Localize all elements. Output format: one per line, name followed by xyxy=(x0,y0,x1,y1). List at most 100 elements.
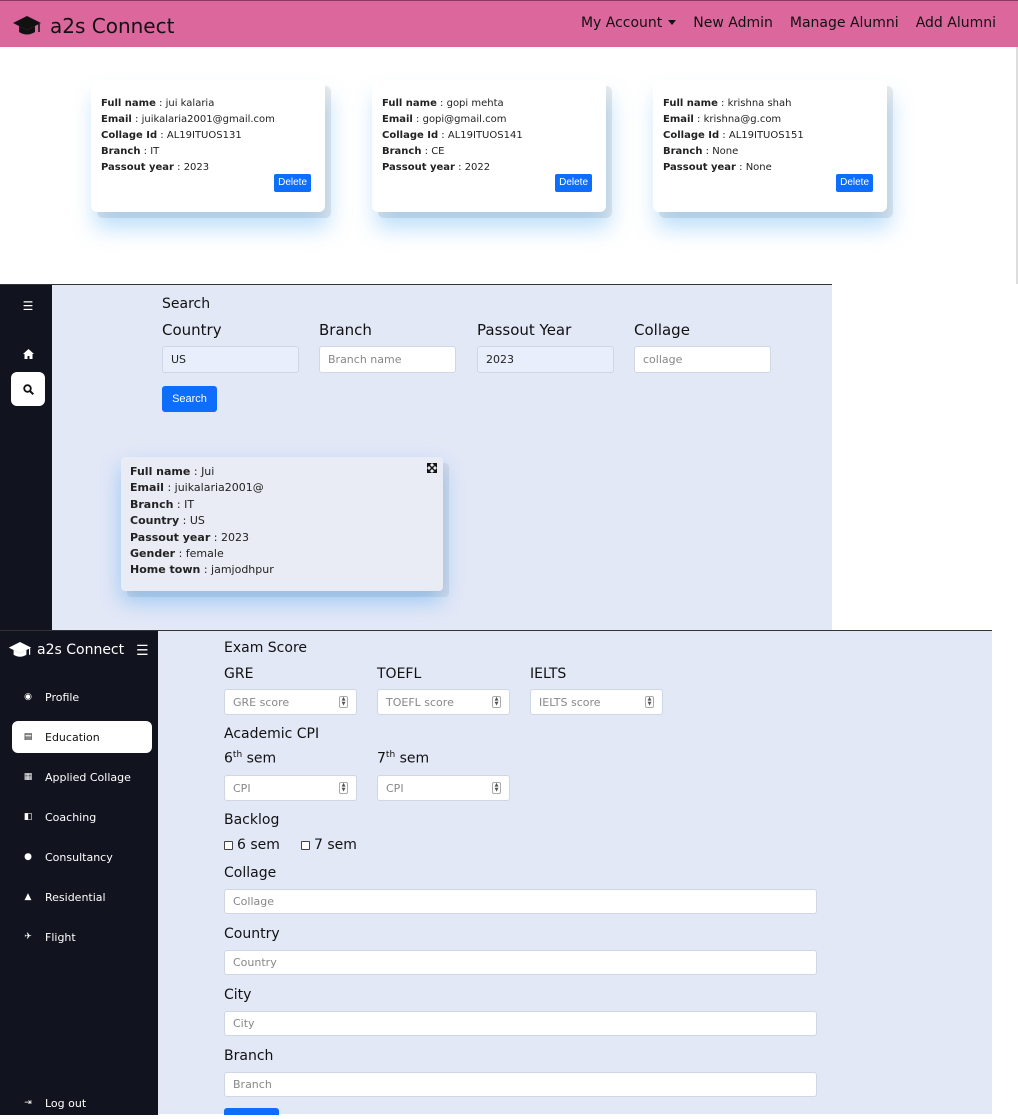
exam-score-title: Exam Score xyxy=(224,640,308,656)
field-label: Passout year xyxy=(663,162,736,173)
country-placeholder: Country xyxy=(233,956,277,969)
backlog-6sem-checkbox[interactable]: 6 sem xyxy=(224,837,280,853)
collage-id-value: AL19ITUOS131 xyxy=(166,130,242,141)
ielts-input[interactable]: IELTS score ▲ ▼ xyxy=(530,689,663,715)
checkbox-box[interactable] xyxy=(301,840,310,850)
menu-icon[interactable]: ☰ xyxy=(136,643,149,659)
collage-id-row: Collage Id : AL19ITUOS141 xyxy=(382,130,523,141)
sidebar-item-coaching[interactable]: ◧ Coaching xyxy=(12,801,152,833)
passout-year-input[interactable] xyxy=(477,346,614,373)
spinner-icon[interactable]: ▲ ▼ xyxy=(339,782,348,794)
city-input[interactable]: City xyxy=(224,1011,817,1036)
alumni-card: Full name : krishna shah Email : krishna… xyxy=(653,80,887,212)
graduation-cap-icon xyxy=(13,16,41,35)
gre-input[interactable]: GRE score ▲ ▼ xyxy=(224,689,357,715)
brand[interactable]: a2s Connect xyxy=(12,11,174,41)
alumni-card: Full name : jui kalaria Email : juikalar… xyxy=(91,80,325,212)
result-label: Email xyxy=(130,481,164,495)
ielts-placeholder: IELTS score xyxy=(539,695,601,709)
brand[interactable]: a2s Connect xyxy=(8,641,124,659)
sidebar-item-label: Flight xyxy=(45,930,76,944)
academic-cpi-title: Academic CPI xyxy=(224,726,320,742)
sem-number: 7 xyxy=(377,750,386,767)
sidebar-item-residential[interactable]: ▲ Residential xyxy=(12,881,152,913)
sem6-cpi-input[interactable]: CPI ▲ ▼ xyxy=(224,775,357,801)
sidebar: ☰ xyxy=(0,285,52,631)
collage-input[interactable]: Collage xyxy=(224,889,817,914)
search-icon[interactable] xyxy=(11,372,45,406)
collage-id-value: AL19ITUOS151 xyxy=(728,130,804,141)
delete-button[interactable]: Delete xyxy=(274,174,311,192)
delete-button[interactable]: Delete xyxy=(836,174,873,192)
cpi-placeholder: CPI xyxy=(386,781,404,795)
nav-add-alumni[interactable]: Add Alumni xyxy=(916,15,996,31)
result-gender: Gender : female xyxy=(130,547,224,561)
sidebar-item-applied-collage[interactable]: ▦ Applied Collage xyxy=(12,761,152,793)
delete-button[interactable]: Delete xyxy=(555,174,592,192)
sidebar-item-profile[interactable]: ◉ Profile xyxy=(12,681,152,713)
nav-manage-alumni[interactable]: Manage Alumni xyxy=(790,15,899,31)
city-placeholder: City xyxy=(233,1017,255,1030)
spinner-icon[interactable]: ▲ ▼ xyxy=(492,696,501,708)
logout-button[interactable]: ⇥ Log out xyxy=(12,1087,152,1119)
search-result-card: Full name : Jui Email : juikalaria2001@ … xyxy=(121,457,443,591)
nav-new-admin[interactable]: New Admin xyxy=(693,15,773,31)
plane-icon: ✈ xyxy=(24,932,32,942)
menu-icon[interactable]: ☰ xyxy=(11,289,45,323)
gre-placeholder: GRE score xyxy=(233,695,290,709)
home-icon[interactable] xyxy=(11,337,45,371)
expand-icon[interactable] xyxy=(426,461,438,477)
toefl-label: TOEFL xyxy=(377,666,422,682)
collage-input[interactable] xyxy=(634,346,771,373)
sidebar-item-consultancy[interactable]: ● Consultancy xyxy=(12,841,152,873)
nav-my-account[interactable]: My Account xyxy=(581,15,677,31)
result-label: Full name xyxy=(130,465,191,478)
sem7-cpi-input[interactable]: CPI ▲ ▼ xyxy=(377,775,510,801)
full-name-value: gopi mehta xyxy=(446,98,504,109)
full-name-row: Full name : krishna shah xyxy=(663,98,792,109)
full-name-row: Full name : gopi mehta xyxy=(382,98,504,109)
branch-input[interactable]: Branch xyxy=(224,1072,817,1097)
full-name-value: jui kalaria xyxy=(165,98,215,109)
building-icon: ▦ xyxy=(23,772,33,782)
branch-placeholder: Branch xyxy=(233,1078,272,1091)
backlog-7sem-checkbox[interactable]: 7 sem xyxy=(301,837,357,853)
collage-id-row: Collage Id : AL19ITUOS131 xyxy=(101,130,242,141)
branch-input[interactable] xyxy=(319,346,456,373)
result-label: Country xyxy=(130,514,180,528)
field-label: Collage Id xyxy=(101,130,158,141)
caret-down-icon xyxy=(668,20,677,25)
collage-id-row: Collage Id : AL19ITUOS151 xyxy=(663,130,804,141)
sidebar-item-flight[interactable]: ✈ Flight xyxy=(12,921,152,953)
result-label: Home town xyxy=(130,563,201,577)
result-value: 2023 xyxy=(220,530,249,544)
search-panel: ☰ Search Country Branch Passout Year Col… xyxy=(0,284,832,631)
checkbox-box[interactable] xyxy=(224,840,233,850)
search-button[interactable]: Search xyxy=(162,386,217,412)
checkbox-label: 6 sem xyxy=(237,837,280,853)
country-input[interactable] xyxy=(162,346,299,373)
result-value: jamjodhpur xyxy=(211,563,274,577)
spinner-icon[interactable]: ▲ ▼ xyxy=(339,696,348,708)
email-row: Email : gopi@gmail.com xyxy=(382,114,507,125)
field-label: Collage Id xyxy=(663,130,720,141)
email-value: krishna@g.com xyxy=(703,114,782,125)
collage-id-value: AL19ITUOS141 xyxy=(447,130,523,141)
sidebar-item-education[interactable]: ▤ Education xyxy=(12,721,152,753)
toefl-input[interactable]: TOEFL score ▲ ▼ xyxy=(377,689,510,715)
field-label: Branch xyxy=(382,146,422,157)
spinner-icon[interactable]: ▲ ▼ xyxy=(645,696,654,708)
spinner-icon[interactable]: ▲ ▼ xyxy=(492,782,501,794)
sem7-label: 7th sem xyxy=(377,750,429,767)
graduation-cap-icon xyxy=(8,642,32,657)
sem-word: sem xyxy=(395,750,430,767)
collage-label: Collage xyxy=(224,865,277,881)
passout-year-label: Passout Year xyxy=(477,321,572,339)
sidebar-item-label: Coaching xyxy=(45,810,97,824)
sidebar: a2s Connect ☰ ◉ Profile ▤ Education ▦ Appli… xyxy=(0,631,158,1115)
passout-year-value: 2023 xyxy=(183,162,210,173)
country-input[interactable]: Country xyxy=(224,950,817,975)
checkbox-label: 7 sem xyxy=(314,837,357,853)
branch-label: Branch xyxy=(319,321,372,339)
alumni-card: Full name : gopi mehta Email : gopi@gmai… xyxy=(372,80,606,212)
